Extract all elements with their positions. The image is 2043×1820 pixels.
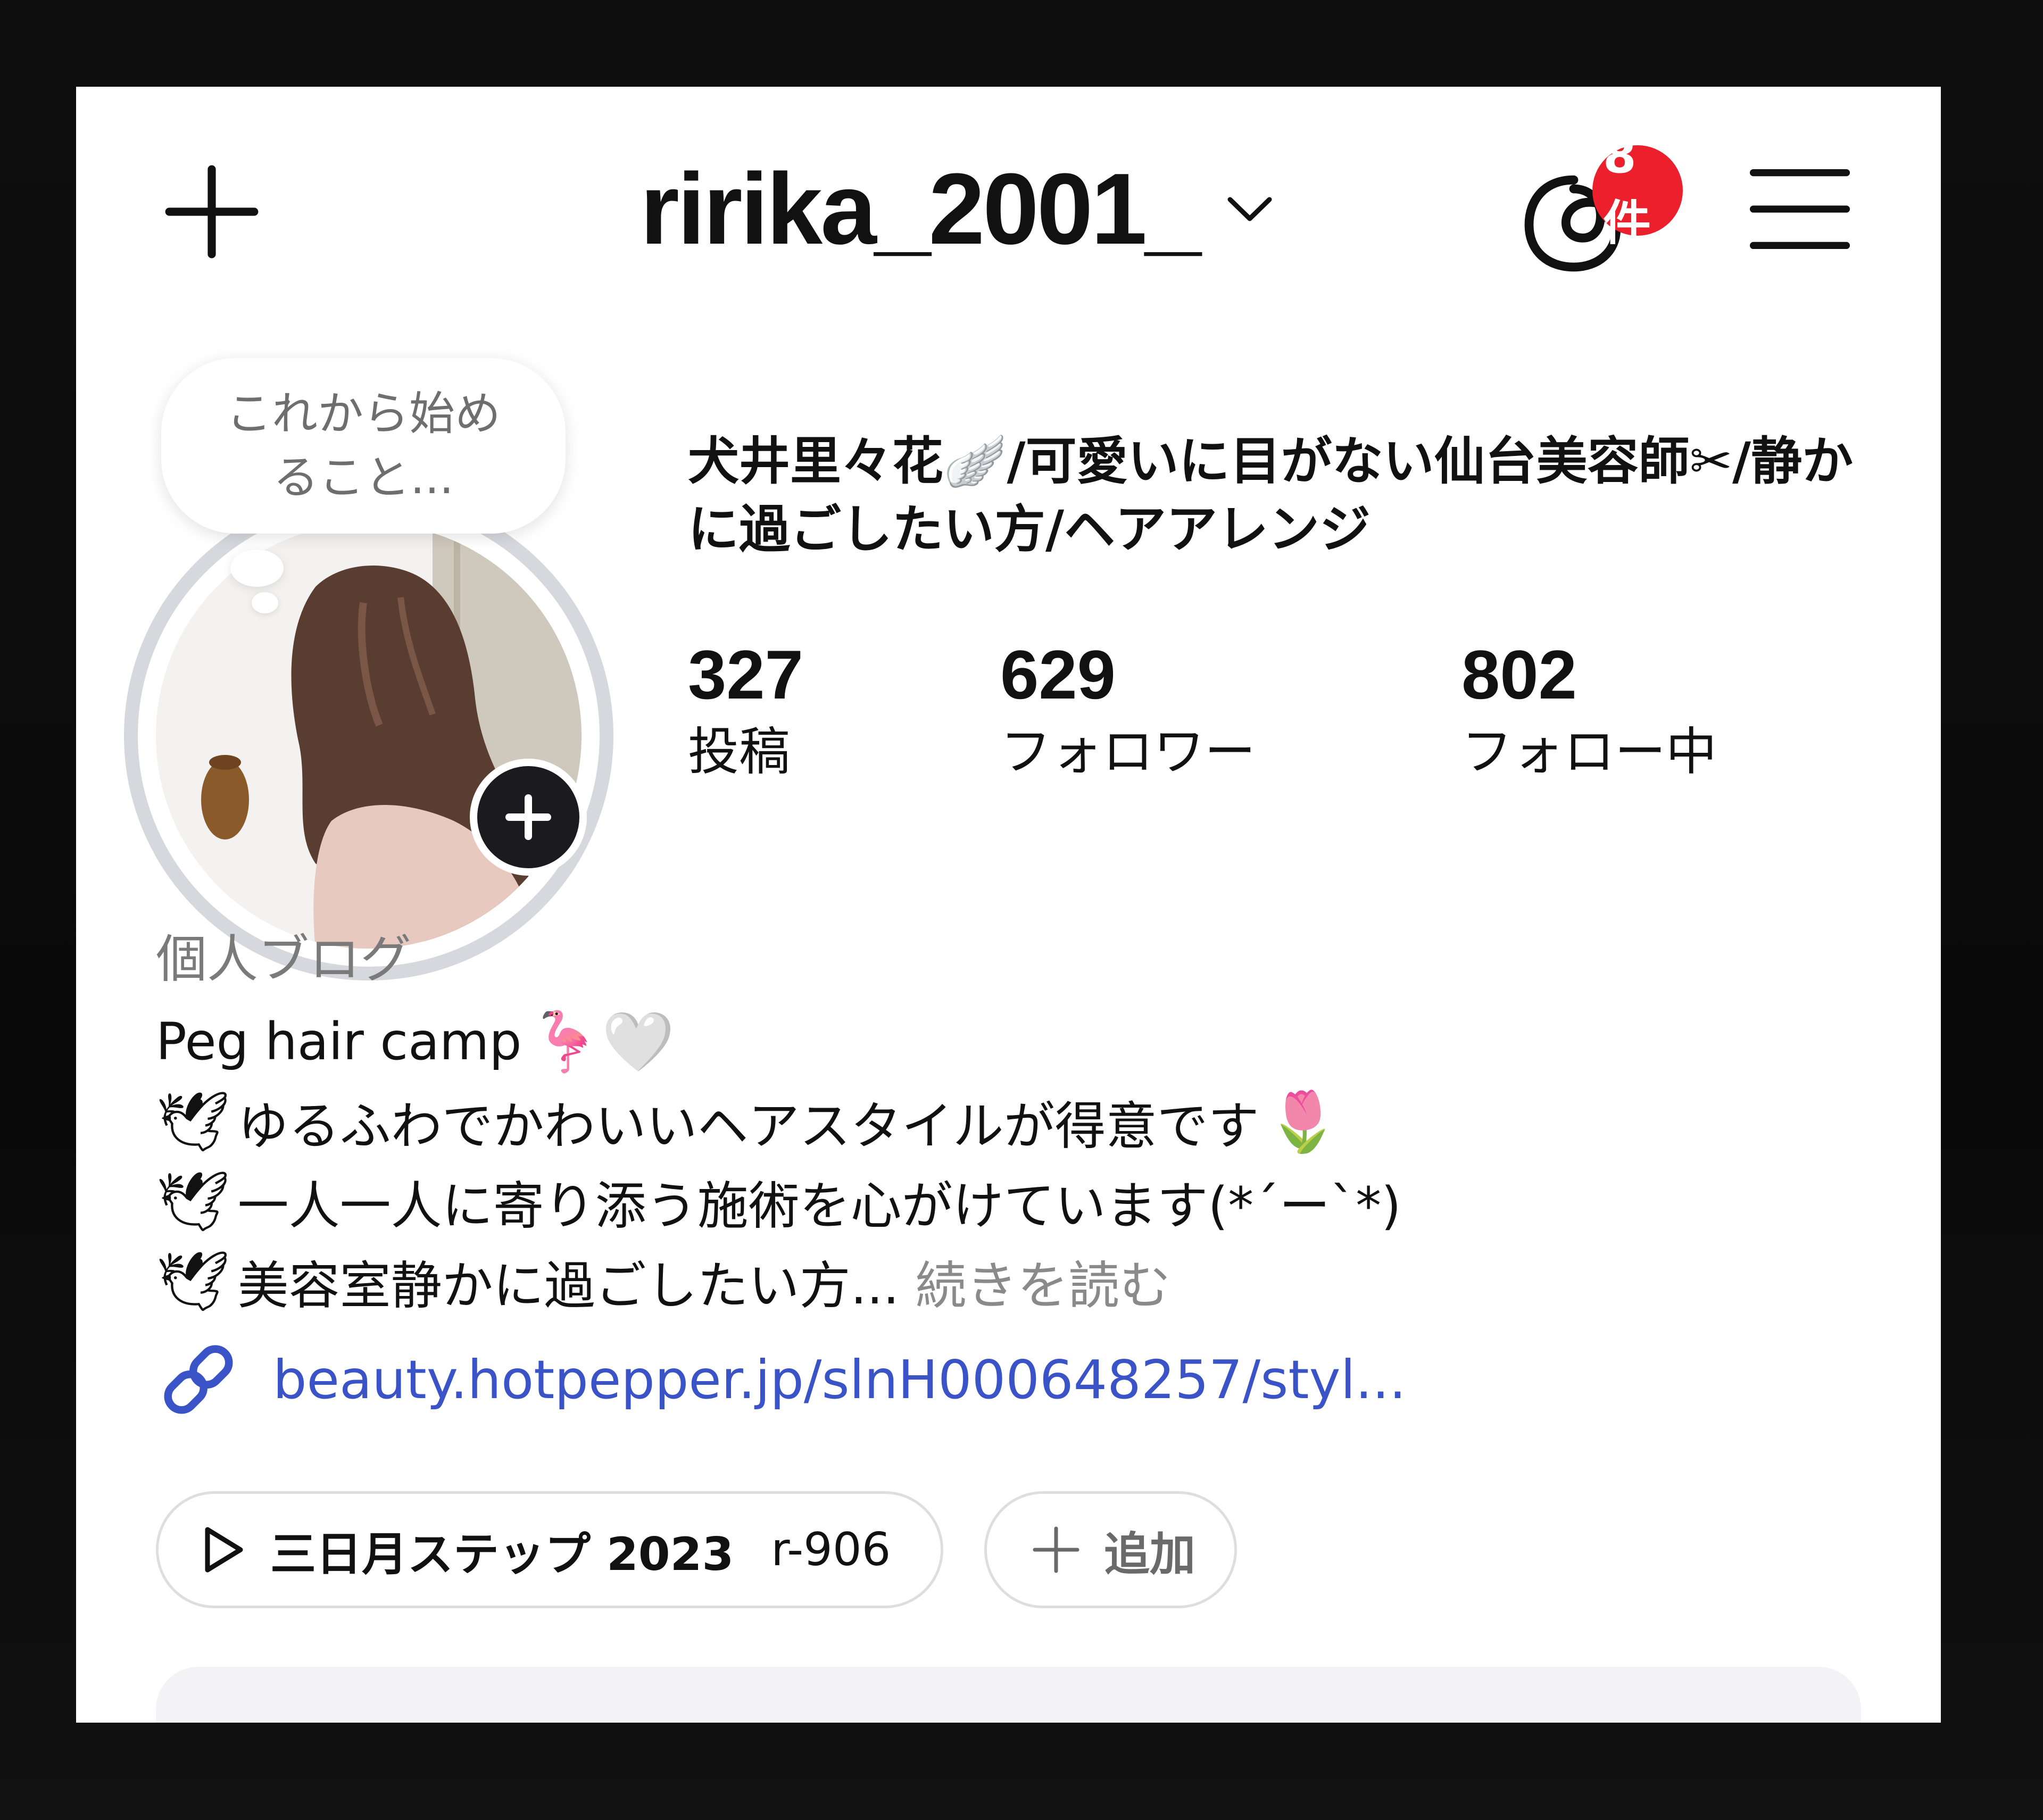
plus-icon <box>505 794 551 840</box>
following-count: 802 <box>1461 636 1577 713</box>
account-switcher[interactable]: ririka_2001_ <box>640 151 1274 268</box>
stat-following[interactable]: 802 フォロー中 <box>1461 635 1717 789</box>
display-name: 犬井里々花🪽/可愛いに目がない仙台美容師✂︎/静かに過ごしたい方/ヘアアレンジ <box>688 431 1854 559</box>
profile-link[interactable]: beauty.hotpepper.jp/slnH000648257/styl..… <box>156 1337 1406 1422</box>
avatar[interactable] <box>156 523 582 949</box>
menu-icon[interactable] <box>1749 167 1850 252</box>
notification-badge: 8件 <box>1592 128 1683 251</box>
note-text: これから始めること... <box>226 387 501 504</box>
following-label: フォロー中 <box>1461 722 1717 782</box>
tulip-emoji: 🌷 <box>1266 1087 1340 1156</box>
note-tail-dot <box>230 550 284 587</box>
posts-count: 327 <box>688 636 803 713</box>
bio-line: 🕊 ゆるふわでかわいいヘアスタイルが得意です 🌷 <box>156 1082 1858 1161</box>
bio-text: ゆるふわでかわいいヘアスタイルが得意です <box>237 1096 1259 1156</box>
dove-emoji: 🕊 <box>156 1167 230 1235</box>
add-icon <box>1033 1526 1079 1573</box>
music-pill[interactable]: 三日月ステップ 2023 r-906 <box>156 1491 943 1608</box>
bio-text: 美容室静かに過ごしたい方... <box>237 1256 900 1316</box>
bio-line: Peg hair camp 🦩🤍 <box>156 1002 1858 1082</box>
bio-line: 🕊 美容室静かに過ごしたい方... 続きを読む <box>156 1241 1858 1321</box>
note-bubble[interactable]: これから始めること... <box>161 358 566 534</box>
chevron-down-icon <box>1227 197 1272 221</box>
play-icon <box>205 1527 243 1573</box>
dashboard-card[interactable] <box>156 1667 1861 1723</box>
stat-posts: 327 投稿 <box>688 635 803 789</box>
read-more-link[interactable]: 続きを読む <box>915 1244 1170 1318</box>
stat-followers[interactable]: 629 フォロワー <box>1000 635 1256 789</box>
posts-label: 投稿 <box>688 722 790 782</box>
music-title: 三日月ステップ 2023 <box>270 1527 734 1581</box>
bio-text: 一人一人に寄り添う施術を心がけています(*´ー`*) <box>237 1176 1401 1236</box>
threads-button[interactable]: 8件 <box>1518 128 1683 284</box>
add-pill[interactable]: 追加 <box>984 1491 1237 1608</box>
profile-category: 個人ブログ <box>156 929 411 989</box>
avatar-photo <box>156 523 582 949</box>
dove-emoji: 🕊 <box>156 1087 230 1156</box>
followers-count: 629 <box>1000 636 1116 713</box>
bio-emojis: 🦩🤍 <box>529 1007 675 1076</box>
bio-line: 🕊 一人一人に寄り添う施術を心がけています(*´ー`*) <box>156 1161 1858 1241</box>
bio: Peg hair camp 🦩🤍 🕊 ゆるふわでかわいいヘアスタイルが得意です … <box>156 1002 1858 1321</box>
link-text: beauty.hotpepper.jp/slnH000648257/styl..… <box>273 1348 1406 1411</box>
username: ririka_2001_ <box>640 153 1201 265</box>
add-story-button[interactable] <box>470 759 587 876</box>
link-icon <box>164 1345 233 1414</box>
profile-panel: ririka_2001_ 8件 これから始めること... 犬井里々花🪽/可愛いに… <box>76 87 1941 1723</box>
music-artist: r-906 <box>771 1523 891 1576</box>
bio-text: Peg hair camp <box>156 1012 522 1071</box>
plus-icon[interactable] <box>161 161 262 262</box>
followers-label: フォロワー <box>1000 722 1256 782</box>
dove-emoji: 🕊 <box>156 1246 230 1315</box>
add-label: 追加 <box>1104 1527 1195 1581</box>
note-tail-dot-small <box>252 592 278 613</box>
